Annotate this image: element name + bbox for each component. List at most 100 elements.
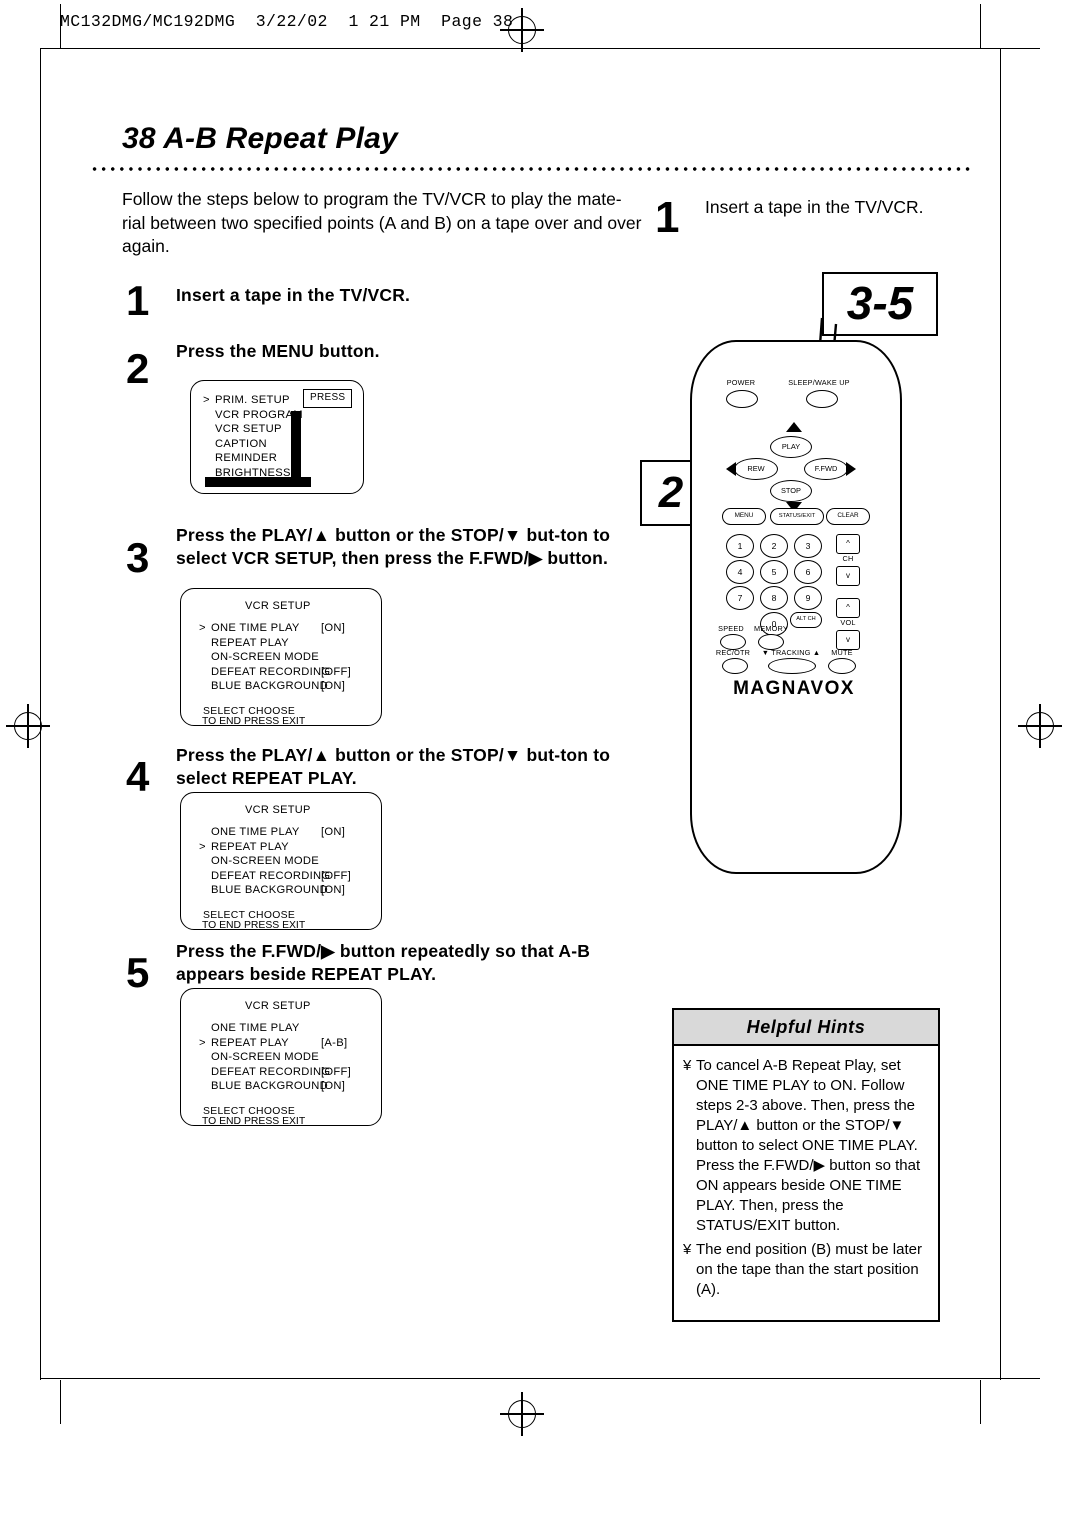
step-2-text: Press the MENU button. <box>176 341 380 361</box>
osd-press-badge: PRESS <box>303 389 353 408</box>
osd-setup-2-title: VCR SETUP <box>245 804 311 816</box>
remote-stop-button[interactable]: STOP <box>770 480 812 502</box>
step-1-number: 1 <box>126 277 150 324</box>
osd-setup-3-row-1: > REPEAT PLAY [A-B] <box>199 1036 348 1049</box>
osd-setup-2-row-4: BLUE BACKGROUND [ON] <box>211 884 346 897</box>
remote-label-speed: SPEED <box>718 624 744 633</box>
remote-key-8[interactable]: 8 <box>760 586 788 610</box>
remote-alt-ch-button[interactable]: ALT CH <box>790 612 822 628</box>
osd-cursor: > <box>199 622 206 634</box>
remote-label-tracking: ▼ TRACKING ▲ <box>761 648 821 657</box>
remote-rew-button[interactable]: REW <box>734 458 778 480</box>
osd-setup-2-row-0: ONE TIME PLAY [ON] <box>211 826 346 838</box>
remote-key-3[interactable]: 3 <box>794 534 822 558</box>
helpful-hints-box: Helpful Hints ¥ To cancel A-B Repeat Pla… <box>672 1008 940 1322</box>
remote-rec-otr-button[interactable] <box>722 658 748 674</box>
remote-key-7[interactable]: 7 <box>726 586 754 610</box>
remote-key-9[interactable]: 9 <box>794 586 822 610</box>
remote-dpad: PLAY REW F.FWD STOP <box>726 422 856 512</box>
step-3-text: Press the PLAY/▲ button or the STOP/▼ bu… <box>176 525 611 568</box>
hint-text: The end position (B) must be later on th… <box>696 1241 922 1298</box>
osd-setup-2-row-3: DEFEAT RECORDING [OFF] <box>211 869 352 882</box>
crop-line-left <box>40 48 42 1380</box>
hint-bullet-icon: ¥ <box>683 1057 692 1074</box>
remote-key-5[interactable]: 5 <box>760 560 788 584</box>
remote-key-6[interactable]: 6 <box>794 560 822 584</box>
remote-play-button[interactable]: PLAY <box>770 436 812 458</box>
crop-line-top <box>40 48 1040 50</box>
remote-tracking-button[interactable] <box>768 658 816 674</box>
remote-left-arrow-icon <box>726 462 736 476</box>
remote-key-4[interactable]: 4 <box>726 560 754 584</box>
osd-setup-1-row-0: > ONE TIME PLAY [ON] <box>199 622 346 634</box>
remote-power-button[interactable] <box>726 390 758 408</box>
hint-text: To cancel A-B Repeat Play, set ONE TIME … <box>696 1057 921 1234</box>
title-dot-rule <box>90 166 970 172</box>
osd-setup-3-title: VCR SETUP <box>245 1000 311 1012</box>
intro-paragraph: Follow the steps below to program the TV… <box>122 189 642 256</box>
right-step-1-text: Insert a tape in the TV/VCR. <box>705 197 924 217</box>
page-slug: MC132DMG/MC192DMG 3/22/02 1 21 PM Page 3… <box>60 12 514 31</box>
registration-mark-bottom <box>500 1392 544 1436</box>
osd-cursor: > <box>203 394 210 406</box>
helpful-hints-heading: Helpful Hints <box>674 1010 938 1046</box>
hint-bullet-icon: ¥ <box>683 1241 692 1258</box>
osd-vcr-setup-1: VCR SETUP > ONE TIME PLAY [ON] REPEAT PLAY… <box>180 588 382 726</box>
step-2-number: 2 <box>126 345 150 392</box>
remote-right-arrow-icon <box>846 462 856 476</box>
osd-vcr-setup-2: VCR SETUP ONE TIME PLAY [ON] > REPEAT PLAY… <box>180 792 382 930</box>
step-4-text: Press the PLAY/▲ button or the STOP/▼ bu… <box>176 745 611 788</box>
manual-page: MC132DMG/MC192DMG 3/22/02 1 21 PM Page 3… <box>0 0 1080 1528</box>
registration-mark-right <box>1018 704 1062 748</box>
osd-setup-1-row-2: ON-SCREEN MODE <box>211 651 320 664</box>
remote-up-arrow-icon <box>786 422 802 432</box>
osd-menu-item-1: VCR PROGRAM <box>215 408 303 421</box>
osd-setup-1-row-4: BLUE BACKGROUND [ON] <box>211 680 346 693</box>
osd-cursor: > <box>199 840 206 853</box>
osd-setup-3-row-0: ONE TIME PLAY <box>211 1022 300 1034</box>
osd-setup-3-row-2: ON-SCREEN MODE <box>211 1051 320 1064</box>
remote-control-illustration <box>690 340 902 874</box>
osd-shadow-bar <box>291 411 301 483</box>
remote-mute-button[interactable] <box>828 658 856 674</box>
remote-status-exit-button[interactable]: STATUS/EXIT <box>770 508 824 525</box>
osd-setup-1-title: VCR SETUP <box>245 600 311 612</box>
crop-tick-right-top <box>980 4 982 48</box>
osd-menu-item-0: > PRIM. SETUP <box>203 394 290 406</box>
remote-vol-down-button[interactable]: v <box>836 630 860 650</box>
step-5-text: Press the F.FWD/▶ button repeatedly so t… <box>176 941 591 984</box>
remote-label-memory: MEMORY <box>754 624 788 633</box>
crop-tick-right-bottom <box>980 1380 982 1424</box>
remote-label-ch: CH <box>842 554 854 563</box>
remote-key-2[interactable]: 2 <box>760 534 788 558</box>
remote-ch-up-button[interactable]: ^ <box>836 534 860 554</box>
osd-setup-1-footer-2: TO END PRESS EXIT <box>202 716 306 727</box>
remote-clear-button[interactable]: CLEAR <box>826 508 870 525</box>
osd-setup-2-row-2: ON-SCREEN MODE <box>211 855 320 868</box>
remote-brand-logo: MAGNAVOX <box>733 678 855 699</box>
remote-ch-down-button[interactable]: v <box>836 566 860 586</box>
remote-menu-button[interactable]: MENU <box>722 508 766 525</box>
osd-menu-item-2: VCR SETUP <box>215 423 282 436</box>
remote-ffwd-button[interactable]: F.FWD <box>804 458 848 480</box>
crop-line-right <box>1000 48 1002 1380</box>
osd-setup-1-row-1: REPEAT PLAY <box>211 636 289 649</box>
crop-tick-left-bottom <box>60 1380 62 1424</box>
remote-sleep-button[interactable] <box>806 390 838 408</box>
right-step-1-number: 1 <box>655 193 680 242</box>
remote-key-1[interactable]: 1 <box>726 534 754 558</box>
crop-line-bottom <box>40 1378 1040 1380</box>
step-4-number: 4 <box>126 753 150 800</box>
osd-setup-2-row-1: > REPEAT PLAY <box>199 840 289 853</box>
remote-vol-up-button[interactable]: ^ <box>836 598 860 618</box>
helpful-hint-item: ¥ To cancel A-B Repeat Play, set ONE TIM… <box>683 1056 929 1236</box>
remote-label-vol: VOL <box>840 618 856 627</box>
step-3-number: 3 <box>126 534 150 581</box>
remote-label-sleep: SLEEP/WAKE UP <box>788 378 850 387</box>
osd-menu-item-4: REMINDER <box>215 452 278 465</box>
osd-setup-1-row-3: DEFEAT RECORDING [OFF] <box>211 665 352 678</box>
osd-cursor: > <box>199 1036 206 1049</box>
osd-setup-3-row-3: DEFEAT RECORDING [OFF] <box>211 1065 352 1078</box>
step-5-number: 5 <box>126 949 150 996</box>
osd-menu-item-3: CAPTION <box>215 437 267 450</box>
